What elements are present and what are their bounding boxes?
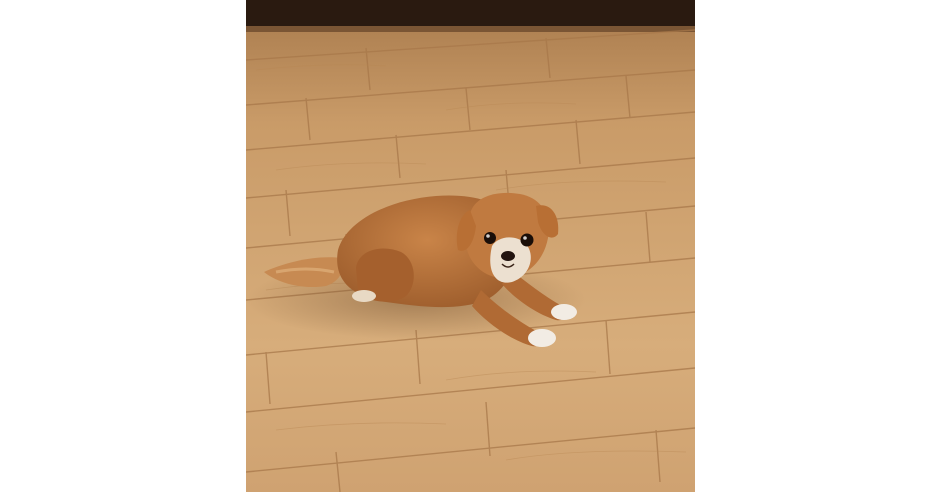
photo (246, 0, 695, 492)
dog-paw-right (551, 304, 577, 320)
dog-photo-illustration (246, 0, 695, 492)
baseboard (246, 0, 695, 28)
dog-nose (501, 251, 515, 261)
dog-eye-right (520, 233, 534, 247)
dog-eye-left (484, 232, 496, 244)
dog-paw-left (528, 329, 556, 347)
